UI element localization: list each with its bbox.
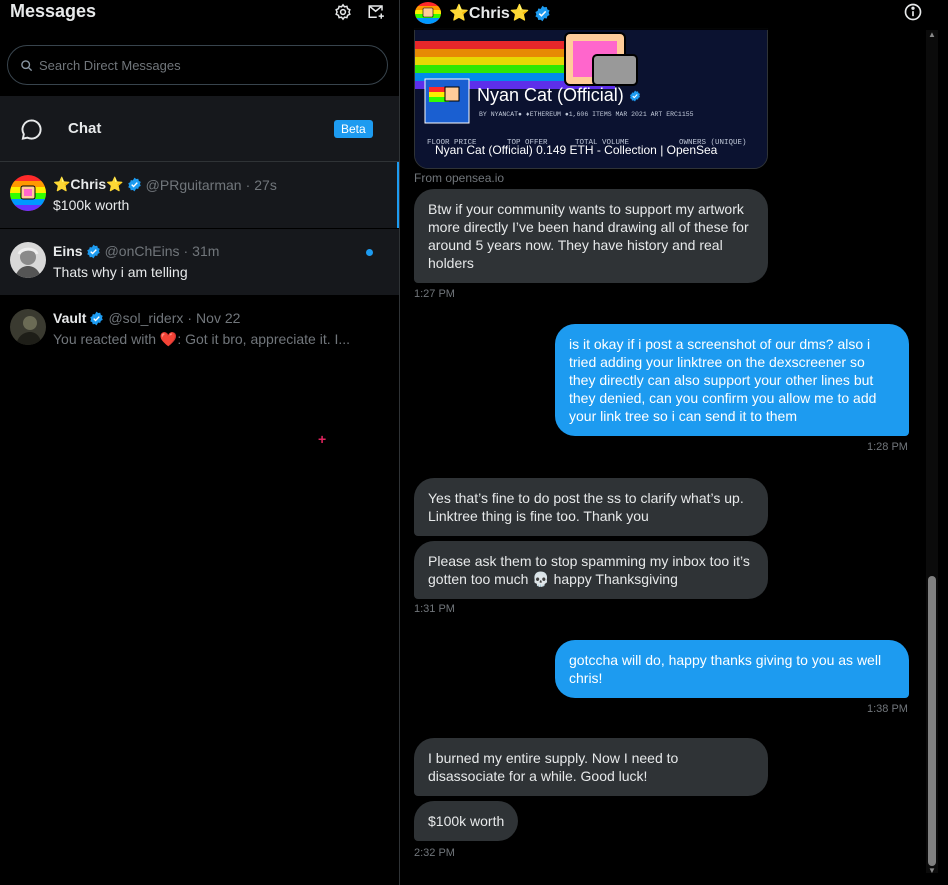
conversation-time: 27s — [254, 176, 277, 193]
message-outgoing[interactable]: is it okay if i post a screenshot of our… — [555, 324, 909, 436]
message-incoming[interactable]: Yes that’s fine to do post the ss to cla… — [414, 478, 768, 536]
search-field[interactable] — [39, 57, 359, 73]
scroll-up-arrow-icon[interactable]: ▲ — [928, 30, 936, 39]
link-source: From opensea.io — [414, 171, 505, 185]
verified-badge-icon — [535, 5, 550, 21]
conversation-handle: @sol_riderx — [108, 310, 184, 326]
conversation-panel: ⭐Chris⭐ FLOOR PRICE TOP OFFER TOTAL VOLU… — [400, 0, 948, 885]
conversation-preview: Thats why i am telling — [53, 264, 188, 280]
messages-header: Messages — [0, 0, 399, 30]
nft-meta: BY NYANCAT● ♦ETHEREUM ●1,606 ITEMS MAR 2… — [479, 111, 694, 118]
conversation-time: Nov 22 — [196, 310, 241, 326]
separator-dot: · — [183, 243, 189, 259]
conversation-list-panel: Messages Chat Beta ⭐Chris⭐ @PRguitarman … — [0, 0, 399, 885]
conversation-name: ⭐Chris⭐ — [53, 176, 124, 192]
unread-indicator — [366, 249, 373, 256]
chat-beta-row[interactable]: Chat Beta — [0, 96, 399, 162]
verified-badge-icon — [629, 90, 640, 101]
link-preview-card[interactable]: FLOOR PRICE TOP OFFER TOTAL VOLUME OWNER… — [414, 28, 768, 169]
beta-badge: Beta — [334, 120, 373, 138]
settings-gear-icon[interactable] — [333, 2, 353, 22]
conversation-title: ⭐Chris⭐ — [449, 5, 530, 22]
search-icon — [21, 59, 33, 71]
avatar — [10, 175, 46, 211]
search-input[interactable] — [7, 45, 388, 85]
message-incoming[interactable]: Please ask them to stop spamming my inbo… — [414, 541, 768, 599]
conversation-preview: You reacted with ❤️: Got it bro, appreci… — [53, 331, 351, 347]
separator-dot: · — [187, 310, 193, 326]
conversation-header: ⭐Chris⭐ — [400, 0, 948, 30]
cursor-crosshair: + — [318, 431, 327, 447]
conversation-name: Eins — [53, 243, 83, 259]
conversation-item-chris[interactable]: ⭐Chris⭐ @PRguitarman · 27s $100k worth — [0, 162, 399, 228]
info-icon[interactable] — [903, 2, 923, 22]
chat-bubble-icon — [21, 119, 42, 140]
avatar — [10, 242, 46, 278]
avatar[interactable] — [415, 2, 441, 24]
message-outgoing[interactable]: gotccha will do, happy thanks giving to … — [555, 640, 909, 698]
new-message-icon[interactable] — [366, 2, 386, 22]
conversation-name: Vault — [53, 310, 87, 326]
link-caption: Nyan Cat (Official) 0.149 ETH - Collecti… — [435, 143, 718, 157]
separator-dot: · — [245, 176, 251, 193]
verified-badge-icon — [127, 177, 141, 192]
conversation-preview: $100k worth — [53, 197, 130, 213]
scrollbar-thumb[interactable] — [928, 576, 936, 866]
message-timestamp: 1:38 PM — [867, 703, 908, 715]
message-timestamp: 1:27 PM — [414, 288, 455, 300]
conversation-item-vault[interactable]: Vault @sol_riderx · Nov 22 You reacted w… — [0, 296, 399, 362]
conversation-item-eins[interactable]: Eins @onChEins · 31m Thats why i am tell… — [0, 229, 399, 295]
chat-label: Chat — [68, 120, 102, 137]
message-incoming[interactable]: Btw if your community wants to support m… — [414, 189, 768, 283]
message-timestamp: 1:28 PM — [867, 441, 908, 453]
avatar — [10, 309, 46, 345]
verified-badge-icon — [90, 311, 104, 325]
message-incoming[interactable]: I burned my entire supply. Now I need to… — [414, 738, 768, 796]
nft-title: Nyan Cat (Official) — [477, 85, 624, 105]
conversation-handle: @PRguitarman — [145, 176, 242, 193]
verified-badge-icon — [86, 244, 100, 258]
conversation-handle: @onChEins — [104, 243, 180, 259]
scroll-down-arrow-icon[interactable]: ▼ — [928, 866, 936, 875]
message-timestamp: 1:31 PM — [414, 603, 455, 615]
message-timestamp: 2:32 PM — [414, 847, 455, 859]
message-incoming[interactable]: $100k worth — [414, 801, 519, 841]
page-title: Messages — [10, 1, 97, 21]
conversation-time: 31m — [192, 243, 220, 259]
